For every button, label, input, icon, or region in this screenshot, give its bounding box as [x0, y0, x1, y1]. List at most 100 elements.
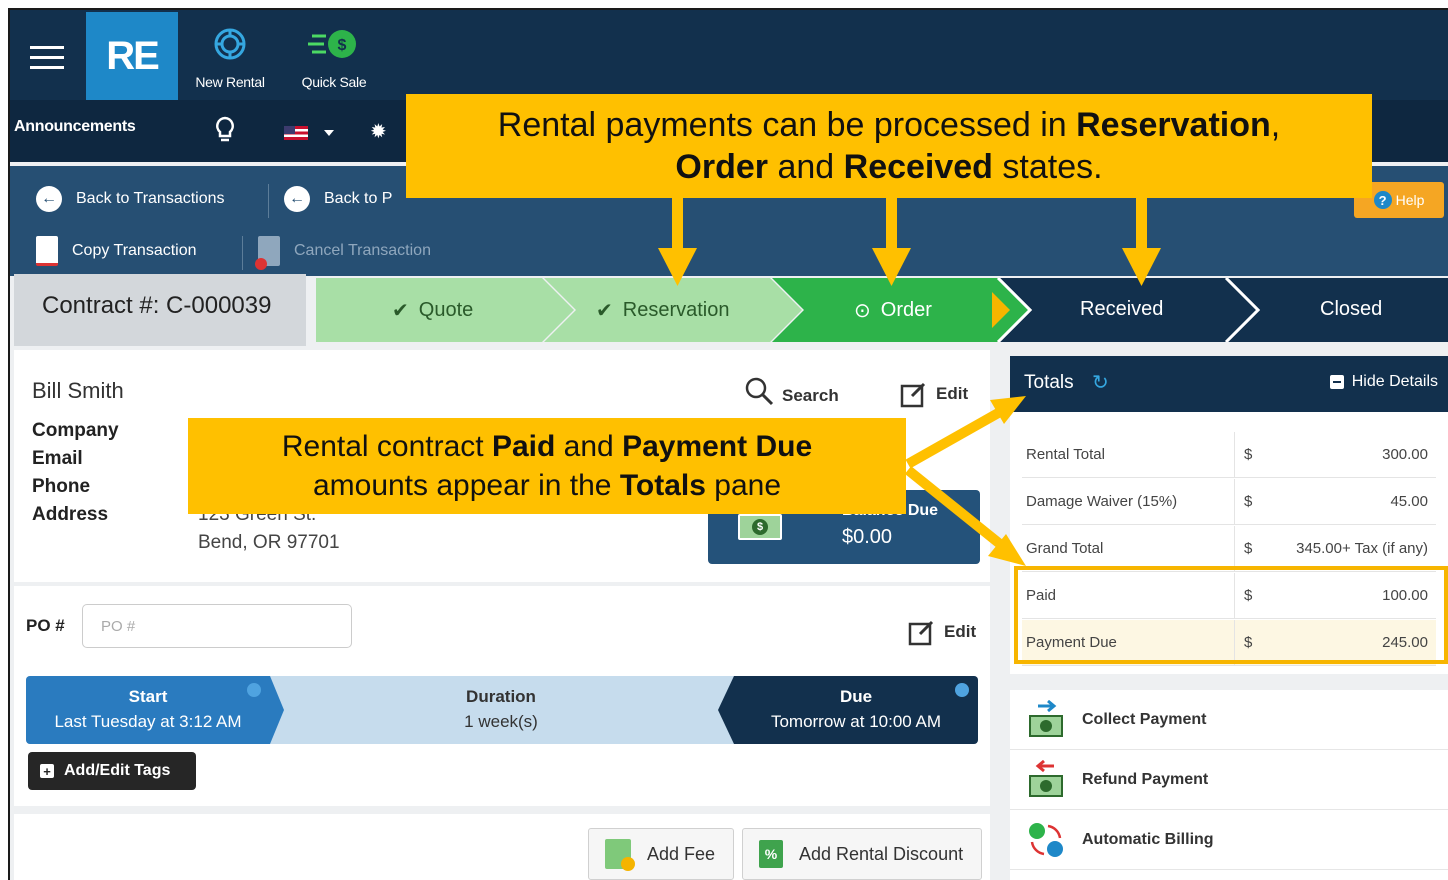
new-rental-label: New Rental	[195, 74, 265, 90]
customer-edit-button[interactable]: Edit	[900, 380, 968, 408]
add-fee-button[interactable]: Add Fee	[588, 828, 734, 880]
callout-text: Rental contract	[281, 430, 492, 463]
po-input[interactable]: PO #	[82, 604, 352, 648]
email-label: Email	[32, 448, 83, 469]
collect-payment-icon	[1010, 699, 1082, 740]
help-label: Help	[1395, 192, 1425, 208]
quick-sale-label: Quick Sale	[301, 74, 367, 90]
menu-icon[interactable]	[30, 46, 64, 70]
flag-dropdown-icon[interactable]	[324, 130, 334, 136]
balance-due-amount: $0.00	[842, 526, 893, 548]
po-edit-button[interactable]: Edit	[908, 618, 976, 646]
callout-text: Received	[843, 148, 993, 186]
row-label: Grand Total	[1026, 540, 1104, 557]
top-navbar: RE New Rental $ Quick Sale	[10, 10, 1448, 100]
start-label: Start	[128, 687, 168, 706]
due-value: Tomorrow at 10:00 AM	[770, 712, 942, 731]
hide-details-button[interactable]: Hide Details	[1329, 373, 1438, 391]
app-logo[interactable]: RE	[86, 12, 178, 100]
step-quote-label: Quote	[418, 299, 474, 321]
new-rental-button[interactable]: New Rental	[180, 24, 280, 90]
step-order-label: Order	[880, 299, 932, 321]
customer-search-button[interactable]: Search	[744, 376, 839, 406]
po-label: PO #	[26, 616, 65, 635]
company-label: Company	[32, 420, 119, 441]
callout-text: Totals	[619, 469, 706, 502]
refund-payment-label: Refund Payment	[1082, 770, 1209, 788]
callout-text: Reservation	[1076, 106, 1271, 144]
timeline-due[interactable]: Due Tomorrow at 10:00 AM	[734, 684, 978, 734]
flag-icon[interactable]	[284, 126, 308, 140]
callout-text: and	[768, 148, 844, 186]
back-to-transactions-label: Back to Transactions	[76, 190, 225, 207]
totals-row: Damage Waiver (15%) $45.00	[1022, 479, 1436, 525]
totals-row: Rental Total $300.00	[1022, 432, 1436, 478]
add-rental-discount-button[interactable]: % Add Rental Discount	[742, 828, 982, 880]
add-edit-tags-button[interactable]: + Add/Edit Tags	[28, 752, 196, 790]
plus-square-icon: +	[40, 764, 54, 779]
check-icon: ✔	[392, 300, 409, 322]
copy-transaction-label: Copy Transaction	[72, 242, 197, 259]
contract-number: Contract #: C-000039	[14, 274, 306, 346]
app-window: RE New Rental $ Quick Sale Announcements…	[8, 8, 1448, 880]
edit-label: Edit	[936, 384, 969, 403]
callout-payment-states: Rental payments can be processed in Rese…	[406, 94, 1372, 198]
step-closed[interactable]: Closed	[1320, 298, 1382, 321]
callout-text: amounts appear in the	[312, 469, 620, 502]
timeline-start[interactable]: Start Last Tuesday at 3:12 AM	[26, 684, 270, 734]
step-reservation[interactable]: ✔ Reservation	[596, 298, 729, 323]
status-stepper: ✔ Quote ✔ Reservation ⊙ Order Received Clos…	[316, 278, 1448, 342]
payment-actions-panel: Collect Payment Refund Payment Automatic…	[1010, 690, 1448, 880]
step-order[interactable]: ⊙ Order	[854, 298, 932, 323]
collect-payment-button[interactable]: Collect Payment	[1010, 690, 1448, 750]
step-closed-label: Closed	[1320, 298, 1383, 320]
quick-sale-button[interactable]: $ Quick Sale	[284, 24, 384, 90]
callout-text: pane	[705, 469, 782, 502]
refund-payment-button[interactable]: Refund Payment	[1010, 750, 1448, 810]
back-to-transactions-button[interactable]: ← Back to Transactions	[36, 186, 225, 212]
separator	[268, 184, 269, 218]
cancel-transaction-label: Cancel Transaction	[294, 242, 431, 259]
row-value: 345.00+ Tax (if any)	[1296, 540, 1428, 557]
back-to-p-label: Back to P	[324, 190, 393, 207]
start-value: Last Tuesday at 3:12 AM	[54, 712, 242, 731]
lightbulb-icon[interactable]	[214, 116, 236, 149]
refund-payment-icon	[1010, 759, 1082, 800]
callout-totals-pane: Rental contract Paid and Payment Due amo…	[188, 418, 906, 514]
row-label: Damage Waiver (15%)	[1026, 493, 1178, 510]
cancel-transaction-button[interactable]: Cancel Transaction	[255, 236, 431, 270]
row-label: Rental Total	[1026, 446, 1105, 463]
paid-due-highlight	[1014, 566, 1448, 664]
callout-text: states.	[992, 148, 1103, 186]
step-quote[interactable]: ✔ Quote	[392, 298, 473, 323]
row-currency: $	[1244, 446, 1253, 463]
row-value: 300.00	[1382, 446, 1428, 463]
edit-icon	[908, 620, 934, 646]
cash-icon: $	[738, 514, 782, 540]
automatic-billing-label: Automatic Billing	[1082, 830, 1214, 848]
address-line-2: Bend, OR 97701	[198, 532, 340, 553]
search-label: Search	[782, 386, 839, 405]
back-to-p-button[interactable]: ← Back to P	[284, 186, 392, 212]
totals-header: Totals ↻ Hide Details	[1010, 356, 1448, 412]
step-reservation-label: Reservation	[622, 299, 730, 321]
totals-title: Totals	[1024, 372, 1074, 393]
automatic-billing-button[interactable]: Automatic Billing	[1010, 810, 1448, 870]
automatic-billing-icon	[1010, 820, 1082, 860]
collect-payment-label: Collect Payment	[1082, 710, 1207, 728]
duration-value: 1 week(s)	[464, 712, 538, 731]
step-received[interactable]: Received	[1080, 298, 1163, 321]
check-icon: ✔	[596, 300, 613, 322]
announcements-link[interactable]: Announcements	[14, 118, 136, 136]
new-rental-icon	[180, 24, 280, 64]
minus-square-icon	[1329, 375, 1344, 389]
settings-gear-icon[interactable]: ✹	[370, 122, 387, 142]
copy-transaction-button[interactable]: Copy Transaction	[36, 236, 197, 266]
document-copy-icon	[36, 236, 58, 266]
quick-sale-icon: $	[284, 24, 384, 64]
due-label: Due	[839, 687, 873, 706]
hide-details-label: Hide Details	[1351, 373, 1438, 390]
refresh-icon[interactable]: ↻	[1092, 370, 1109, 395]
back-arrow-icon: ←	[36, 186, 62, 212]
address-label: Address	[32, 504, 109, 525]
